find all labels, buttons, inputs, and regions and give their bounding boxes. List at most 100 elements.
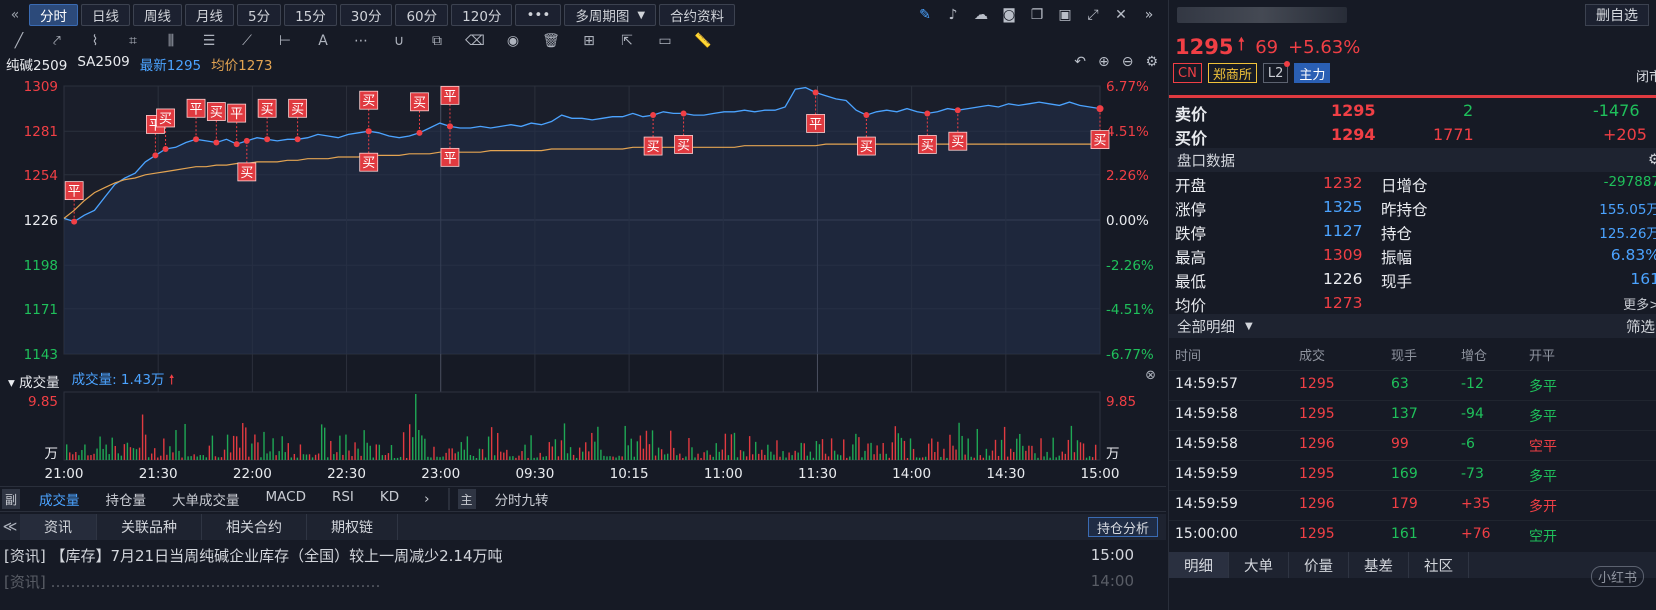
detail-row: 14:59:59 1295 169 -73 多平 [1169,460,1656,490]
indicator-item[interactable]: 大单成交量 [159,489,253,509]
current-price: 1295 [1175,35,1234,59]
volume-bar [72,454,74,460]
volume-bar [985,448,988,460]
news-tab[interactable]: 关联品种 [97,514,202,540]
volume-bar [360,455,362,460]
volume-bar [430,457,432,460]
volume-bar [585,442,587,460]
news-tab[interactable]: 相关合约 [202,514,307,540]
volume-bar [897,433,900,460]
volume-bar [909,438,912,460]
remove-watchlist-button[interactable]: 删自选 [1585,4,1649,26]
quote-panel: 删自选 1295 🠕 69 +5.63% CN 郑商所 L2 主力 闭市 卖价 … [1168,0,1656,610]
volume-bar [232,435,235,460]
kv-label: 涨停 [1175,201,1207,219]
volume-bar [1009,448,1012,460]
volume-bar [551,446,554,460]
volume-bar [812,457,815,460]
volume-bar [836,454,839,460]
volume-title: 成交量 [19,374,60,391]
volume-bar [709,454,711,460]
volume-bar [618,455,620,460]
bottom-tab[interactable]: 明细 [1169,552,1229,578]
close-panel-icon[interactable]: ⊗ [1145,368,1156,383]
volume-bar [885,453,887,460]
svg-text:买: 买 [1093,134,1106,149]
volume-bar [129,447,132,460]
dropdown-icon[interactable]: ▼ [1245,321,1253,332]
volume-bar [93,453,95,460]
volume-bar [102,448,104,460]
bottom-tab[interactable]: 社区 [1409,552,1469,578]
bottom-tab[interactable]: 基差 [1349,552,1409,578]
bottom-tab[interactable]: 价量 [1289,552,1349,578]
volume-bar [982,457,985,460]
volume-bar [275,455,277,460]
tag-l2[interactable]: L2 [1262,61,1291,83]
indicator-item[interactable]: RSI [319,489,367,509]
volume-bar [518,455,520,460]
volume-bar [742,451,745,460]
svg-text:平: 平 [443,151,456,166]
news-tab[interactable]: 期权链 [307,514,398,540]
volume-bar [575,457,578,460]
divider [447,488,450,510]
x-tick-label: 21:00 [45,466,84,482]
volume-bar [320,424,323,460]
kv-value: 6.83% [1610,246,1656,264]
sub-tag: 副 [2,489,20,509]
volume-bar [205,457,208,460]
quote-header: 删自选 [1169,0,1656,30]
volume-bar [1003,426,1006,460]
news-item[interactable]: [资讯] 【库存】7月21日当周纯碱企业库存（全国）较上一周减少2.14万吨 1… [0,542,1166,568]
volume-bar [673,447,675,460]
x-tick-label: 21:30 [139,466,178,482]
volume-bar [193,454,195,460]
settings-icon[interactable]: ⚙ [1648,152,1656,168]
volume-bar [557,456,560,460]
volume-bar [994,439,997,460]
collapse-icon[interactable]: ≪ [0,519,20,535]
indicator-item[interactable]: MACD [253,489,319,509]
news-item[interactable]: [资讯] ………………………………………………………… 14:00 [0,568,1166,594]
volume-bar [305,454,308,460]
volume-bar [393,457,396,460]
news-tabs: ≪ 资讯 关联品种 相关合约 期权链 持仓分析 [0,514,1166,540]
detail-cell: 161 [1391,526,1418,542]
volume-bar [384,455,387,460]
volume-bar [184,423,186,460]
column-header: 时间 [1175,349,1202,364]
hold-analysis-button[interactable]: 持仓分析 [1087,517,1158,537]
filter-button[interactable]: 筛选 [1626,316,1655,337]
volume-bar [211,435,214,460]
volume-bar [894,426,897,460]
volume-bar [782,451,784,460]
indicator-main-item[interactable]: 分时九转 [482,489,562,509]
volume-bar [997,455,1000,460]
x-tick-label: 22:00 [233,466,272,482]
volume-toggle[interactable]: ▾ 成交量 [8,371,60,391]
indicator-item[interactable]: KD [367,489,412,509]
volume-bar [767,444,769,460]
indicator-item[interactable]: 成交量 [26,489,93,509]
bottom-tab[interactable]: 大单 [1229,552,1289,578]
volume-bar [606,456,608,460]
kv-value: -297887 [1603,174,1656,190]
intraday-chart[interactable]: 1309 6.77% 1281 4.51% 1254 2.26% 1226 0.00% 1198… [0,0,1166,486]
volume-bar [108,454,110,460]
volume-bar [126,442,129,460]
buy-change: +205 [1603,125,1647,144]
detail-cell: +35 [1461,496,1491,512]
volume-bar [736,457,739,460]
volume-bar [700,457,702,460]
news-tab[interactable]: 资讯 [20,514,97,540]
volume-bar [682,457,684,460]
chevron-right-icon[interactable]: › [412,491,441,507]
y-tick-label: 1309 [24,79,58,95]
volume-bar [636,441,639,460]
indicator-item[interactable]: 持仓量 [93,489,160,509]
volume-bar [405,457,408,460]
section-title: 盘口数据 [1177,153,1235,170]
divider [1169,95,1656,98]
more-link[interactable]: 更多> [1623,294,1656,313]
